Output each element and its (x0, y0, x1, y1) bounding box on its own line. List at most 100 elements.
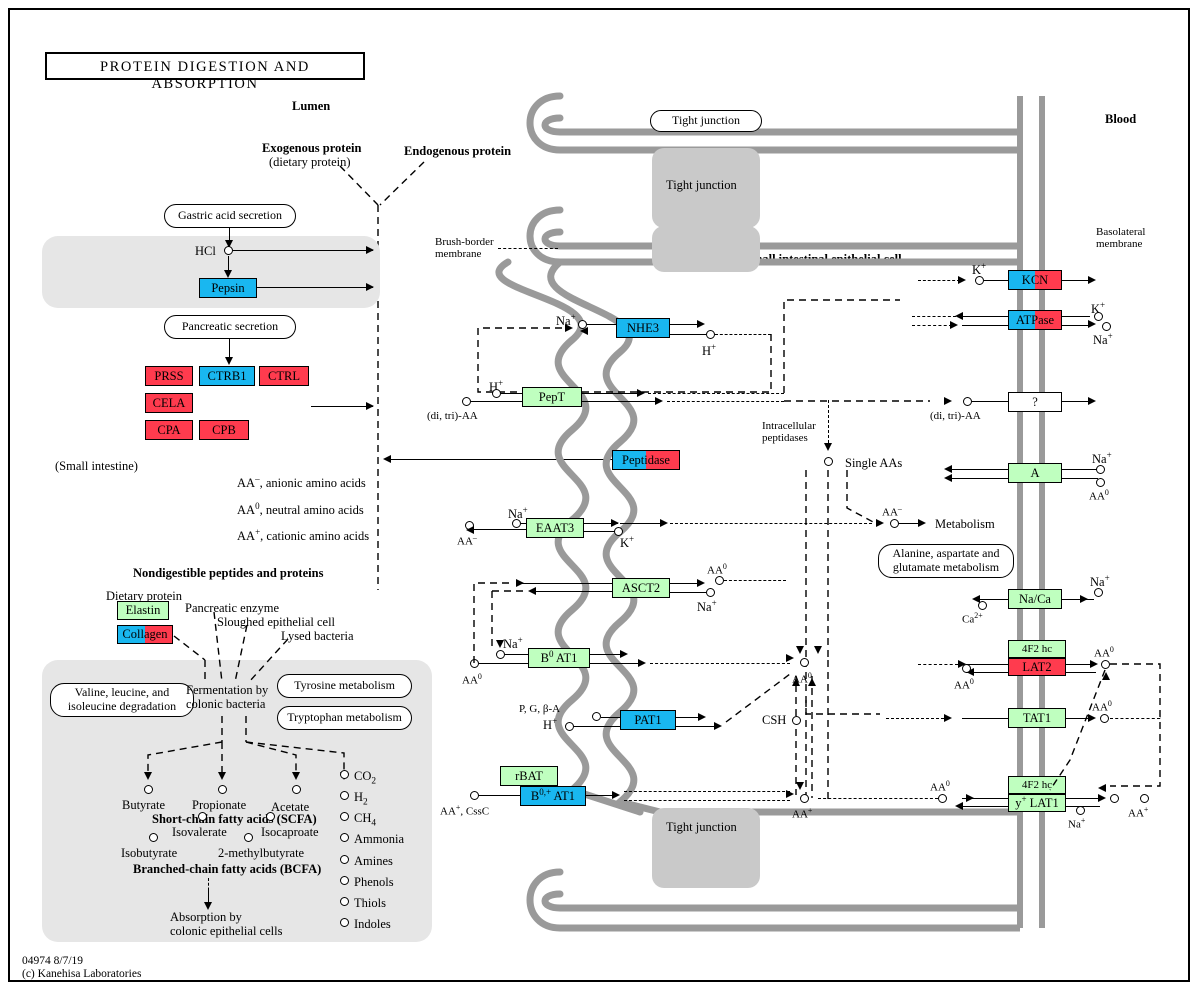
compound-na-b0at1[interactable] (496, 650, 505, 659)
compound-na-atpase[interactable] (1102, 322, 1111, 331)
compound-propionate[interactable] (218, 785, 227, 794)
label-h-nhe3: H+ (702, 342, 717, 359)
compound-na-eaat3[interactable] (512, 519, 521, 528)
gene-cpa[interactable]: CPA (145, 420, 193, 440)
gene-b0at1[interactable]: B0 AT1 (528, 648, 590, 668)
compound-aa0-tat1[interactable] (1100, 714, 1109, 723)
compound-na-yplat1[interactable] (1076, 806, 1085, 815)
gene-asct2[interactable]: ASCT2 (612, 578, 670, 598)
gene-ctrb1[interactable]: CTRB1 (199, 366, 255, 386)
compound-isocaproate[interactable] (266, 812, 275, 821)
label-exogenous-protein: Exogenous protein (262, 141, 362, 155)
gene-yplat1[interactable]: y+ LAT1 (1008, 794, 1066, 812)
compound-h2[interactable] (340, 791, 349, 800)
maplink-alanine-aspartate-glutamate[interactable]: Alanine, aspartate and glutamate metaboli… (878, 544, 1014, 578)
compound-indoles[interactable] (340, 918, 349, 927)
maplink-tyrosine-metabolism[interactable]: Tyrosine metabolism (277, 674, 412, 698)
maplink-pancreatic-secretion[interactable]: Pancreatic secretion (164, 315, 296, 339)
compound-ditri-aa-lumen[interactable] (462, 397, 471, 406)
compound-h-pept[interactable] (492, 389, 501, 398)
arrow-atpase-na (1088, 320, 1096, 328)
gene-rbat[interactable]: rBAT (500, 766, 558, 786)
gene-cpb[interactable]: CPB (199, 420, 249, 440)
compound-aa-plus-out[interactable] (1110, 794, 1119, 803)
compound-ammonia[interactable] (340, 833, 349, 842)
label-ditri-aa-blood: (di, tri)-AA (930, 410, 981, 422)
compound-hcl[interactable] (224, 246, 233, 255)
gene-atpase[interactable]: ATPase (1008, 310, 1062, 330)
compound-pgba[interactable] (592, 712, 601, 721)
arrow-yplat1-right (966, 794, 974, 802)
compound-csh[interactable] (792, 716, 801, 725)
compound-isobutyrate[interactable] (149, 833, 158, 842)
compound-2-methylbutyrate[interactable] (244, 833, 253, 842)
compound-na-a[interactable] (1096, 465, 1105, 474)
gene-pepsin[interactable]: Pepsin (199, 278, 257, 298)
gene-4f2hc-top[interactable]: 4F2 hc (1008, 640, 1066, 658)
compound-na-naca[interactable] (1094, 588, 1103, 597)
compound-aa0-lat2-in[interactable] (962, 664, 971, 673)
line-yplat1-out-1 (1066, 798, 1100, 800)
compound-ch4[interactable] (340, 812, 349, 821)
maplink-tryptophan-metabolism[interactable]: Tryptophan metabolism (277, 706, 412, 730)
arrow-asct2-in (516, 579, 524, 587)
compound-ditri-aa-blood[interactable] (963, 397, 972, 406)
gene-kcn[interactable]: KCN (1008, 270, 1062, 290)
arrow-lat2-out (1090, 660, 1098, 668)
gene-4f2hc-bottom[interactable]: 4F2 hc (1008, 776, 1066, 794)
gene-naca[interactable]: Na/Ca (1008, 589, 1062, 609)
compound-butyrate[interactable] (144, 785, 153, 794)
gene-collagen[interactable]: Collagen (117, 625, 173, 644)
compound-co2[interactable] (340, 770, 349, 779)
compound-aa0-asct2[interactable] (715, 576, 724, 585)
line-hcl-to-lumen (233, 250, 373, 252)
gene-peptidase[interactable]: Peptidase (612, 450, 680, 470)
compound-h-nhe3[interactable] (706, 330, 715, 339)
gene-pat1[interactable]: PAT1 (620, 710, 676, 730)
gene-b0plus-at1[interactable]: B0,+ AT1 (520, 786, 586, 806)
compound-k-kcn[interactable] (975, 276, 984, 285)
gene-pept[interactable]: PepT (522, 387, 582, 407)
compound-aa-plus-far[interactable] (1140, 794, 1149, 803)
compound-na-asct2[interactable] (706, 588, 715, 597)
compound-aa-plus-cssc[interactable] (470, 791, 479, 800)
compound-aa0-lumen[interactable] (470, 659, 479, 668)
gene-cela[interactable]: CELA (145, 393, 193, 413)
compound-aa0-lat2-out[interactable] (1101, 660, 1110, 669)
gene-tat1[interactable]: TAT1 (1008, 708, 1066, 728)
gene-a-transporter[interactable]: A (1008, 463, 1062, 483)
compound-h-pat1[interactable] (565, 722, 574, 731)
page-title-box: PROTEIN DIGESTION AND ABSORPTION (45, 52, 365, 92)
compound-isovalerate[interactable] (198, 812, 207, 821)
compound-aa0-a[interactable] (1096, 478, 1105, 487)
maplink-valine-leucine-isoleucine[interactable]: Valine, leucine, and isoleucine degradati… (50, 683, 194, 717)
gene-nhe3[interactable]: NHE3 (616, 318, 670, 338)
compound-ca[interactable] (978, 601, 987, 610)
compound-single-aas[interactable] (824, 457, 833, 466)
compound-amines[interactable] (340, 855, 349, 864)
gene-ctrl[interactable]: CTRL (259, 366, 309, 386)
compound-thiols[interactable] (340, 897, 349, 906)
compound-aa-plus-hub[interactable] (800, 794, 809, 803)
compound-acetate[interactable] (292, 785, 301, 794)
maplink-tight-junction[interactable]: Tight junction (650, 110, 762, 132)
gene-elastin[interactable]: Elastin (117, 601, 169, 620)
compound-aa0-yplat1[interactable] (938, 794, 947, 803)
gene-unknown-transporter[interactable]: ? (1008, 392, 1062, 412)
arrow-yplat1-left (955, 802, 963, 810)
gene-eaat3[interactable]: EAAT3 (526, 518, 584, 538)
line-asct2-back (536, 591, 612, 593)
label-aa-plus-cssc: AA+, CssC (440, 803, 490, 818)
label-ca: Ca2+ (962, 611, 983, 626)
arrow-nhe3-to-na (580, 327, 588, 335)
compound-aa0-hub[interactable] (800, 658, 809, 667)
arrow-eaat3-out-1 (611, 519, 619, 527)
compound-aa-minus-cell[interactable] (890, 519, 899, 528)
compound-phenols[interactable] (340, 876, 349, 885)
maplink-gastric-acid-secretion[interactable]: Gastric acid secretion (164, 204, 296, 228)
line-to-asct2 (520, 583, 612, 585)
label-ammonia: Ammonia (354, 832, 404, 846)
line-tat1-dashed-out (1110, 718, 1160, 719)
gene-prss[interactable]: PRSS (145, 366, 193, 386)
gene-lat2[interactable]: LAT2 (1008, 658, 1066, 676)
